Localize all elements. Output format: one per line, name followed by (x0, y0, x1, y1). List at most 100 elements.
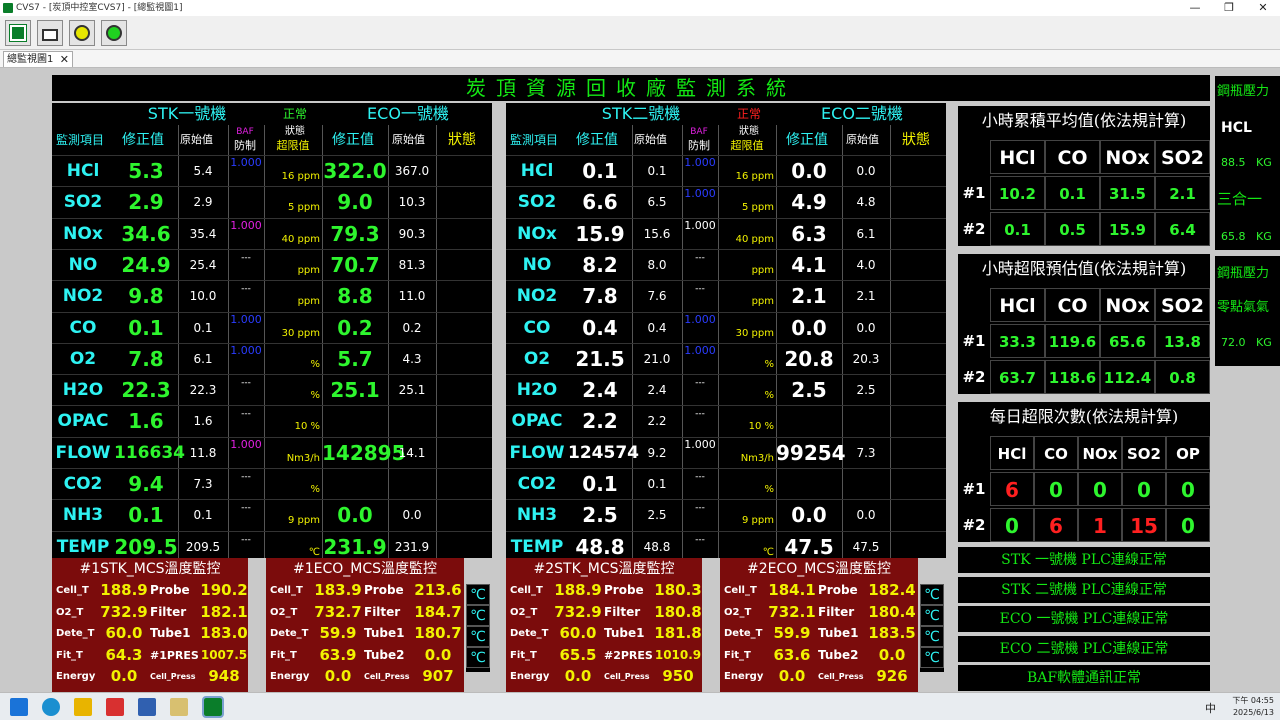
grid-col-header: SO2 (1122, 436, 1166, 470)
grid-value: 15.9 (1100, 212, 1155, 246)
maximize-button[interactable]: ❐ (1212, 0, 1246, 16)
raw-value: 0.1 (647, 164, 667, 178)
mcs-right-label: Filter (150, 604, 187, 619)
baf-factor: --- (241, 409, 251, 420)
ime-indicator[interactable]: 中 (1205, 700, 1216, 716)
limit-value: % (764, 390, 774, 402)
limit-value: 10 % (294, 421, 320, 433)
mcs-left-label: Cell_T (510, 585, 543, 596)
limit-value: % (764, 484, 774, 495)
header-raw: 原始值 (634, 133, 667, 146)
tab-overview[interactable]: 總監視圖1 ✕ (3, 51, 73, 67)
limit-value: 16 ppm (735, 171, 774, 182)
grid-col-header: HCl (990, 288, 1045, 322)
mcs-left-label: Cell_T (270, 585, 303, 596)
unit2-panel: STK二號機 正常 ECO二號機 監測項目 修正值 原始值 BAF 防制 狀態 超限值 修正值 原始值… (506, 103, 946, 559)
raw-value: 2.9 (193, 195, 213, 210)
mcs-left-label: Cell_T (56, 585, 89, 596)
mcs-right-value: 0.0 (424, 645, 452, 664)
monitor-button[interactable] (5, 20, 31, 46)
mcs-right-label: #2PRES (604, 648, 653, 662)
corrected-value: 7.8 (128, 346, 164, 371)
app-icon-red[interactable] (106, 698, 124, 716)
mcs-left-label: O2_T (724, 606, 752, 618)
mcs-left-label: O2_T (270, 606, 298, 618)
measure-row-flow: FLOW 124574 9.2 1.000 Nm3/h 99254 7.3 (506, 436, 946, 468)
limit-value: 10 % (748, 421, 774, 433)
celsius-unit: ℃ (920, 647, 944, 668)
grid-row-id: #2 (962, 220, 986, 238)
tab-close-icon[interactable]: ✕ (60, 52, 69, 67)
file-explorer-icon[interactable] (74, 698, 92, 716)
eco-corrected-value: 20.8 (784, 346, 834, 371)
daily-exceed-box: 每日超限次數(依法規計算) HCl CO NOx SO2 OP #1 6 0 0 0 0 #2 0 6 1 15… (958, 402, 1210, 542)
eco-raw-value: 0.0 (402, 508, 422, 523)
edge-icon[interactable] (42, 698, 60, 716)
mcs-title: #2STK_MCS溫度監控 (533, 561, 675, 577)
measure-row-o2: O2 21.5 21.0 1.000% 20.8 20.3 (506, 342, 946, 374)
measure-name: HCl (66, 161, 100, 181)
clock-time: 下午 04:55 (1232, 696, 1274, 705)
mcs-right-label: Probe (150, 583, 190, 597)
mcs-title: #1ECO_MCS溫度監控 (292, 561, 438, 577)
mcs-left-value: 63.6 (773, 645, 811, 664)
mcs-right-value: 184.7 (414, 602, 462, 621)
windows-start-icon[interactable] (10, 698, 28, 716)
mcs-left-value: 732.1 (768, 602, 816, 621)
measure-row-no2: NO2 9.8 10.0 --- ppm 8.8 11.0 (52, 280, 492, 311)
mcs-right-label: Probe (604, 583, 644, 597)
grid-value: 6.4 (1155, 212, 1210, 246)
plc-status-2: STK 二號機 PLC連線正常 (958, 576, 1210, 603)
status-light-button-1[interactable] (69, 20, 95, 46)
grid-col-header: OP (1166, 436, 1210, 470)
measure-name: OPAC (57, 411, 109, 432)
limit-value: 9 ppm (742, 515, 774, 527)
corrected-value: 116634 (114, 442, 185, 463)
corrected-value: 1.6 (128, 409, 164, 434)
print-button[interactable] (37, 20, 63, 46)
hcl-pressure-value: 88.5 (1221, 156, 1246, 169)
cvs7-taskbar-icon[interactable] (202, 696, 224, 718)
mcs-right-value: 180.8 (654, 602, 702, 621)
measure-name: CO (523, 317, 551, 338)
measure-row-h2o: H2O 2.4 2.4 ---% 2.5 2.5 (506, 374, 946, 405)
measure-name: CO2 (517, 474, 557, 494)
mcs-left-label: Dete_T (56, 628, 95, 639)
grid-value: 0.1 (1045, 176, 1100, 210)
raw-value: 22.3 (189, 383, 217, 398)
status-light-button-2[interactable] (101, 20, 127, 46)
eco-raw-value: 2.1 (856, 289, 876, 304)
eco-raw-value: 11.0 (398, 289, 426, 304)
mcs-panel-3: #2STK_MCS溫度監控 Cell_T 188.9 Probe 180.3 O2_T 73… (506, 558, 702, 693)
eco-corrected-value: 0.2 (337, 315, 373, 340)
corrected-value: 6.6 (582, 190, 618, 215)
eco-corrected-value: 79.3 (330, 221, 380, 246)
mcs-left-label: Fit_T (56, 649, 83, 661)
limit-value: ppm (297, 296, 320, 308)
app-icon-blue[interactable] (138, 698, 156, 716)
corrected-value: 2.4 (582, 378, 618, 403)
eco-raw-value: 4.8 (856, 195, 876, 210)
corrected-value: 8.2 (582, 252, 618, 277)
grid-row-id: #2 (962, 368, 986, 386)
close-button[interactable]: ✕ (1246, 0, 1280, 16)
clock[interactable]: 下午 04:55 2025/6/13 (1232, 695, 1274, 719)
mcs-right-value: 0.0 (878, 645, 906, 664)
eco-raw-value (388, 469, 436, 500)
grid-value: 0 (1166, 508, 1210, 542)
eco-corrected-value: 9.0 (337, 190, 373, 215)
mcs-right-label: Cell_Press (818, 672, 864, 681)
notepad-icon[interactable] (170, 698, 188, 716)
measure-name: HCl (520, 161, 554, 181)
mcs-left-value: 732.9 (100, 602, 148, 621)
raw-value: 7.6 (647, 289, 667, 304)
printer-icon (42, 29, 58, 41)
mcs-left-value: 59.9 (773, 624, 811, 642)
measure-row-co: CO 0.4 0.4 1.000 30 ppm 0.0 0.0 (506, 311, 946, 343)
grid-col-header: HCl (990, 436, 1034, 470)
cylinder-pressure-panel-1: 鋼瓶壓力 HCL 88.5 KG 三合一 65.8 KG (1215, 76, 1280, 250)
corrected-value: 21.5 (575, 346, 625, 371)
minimize-button[interactable]: — (1178, 0, 1212, 16)
corrected-value: 22.3 (121, 378, 171, 403)
raw-value: 9.2 (647, 445, 667, 460)
